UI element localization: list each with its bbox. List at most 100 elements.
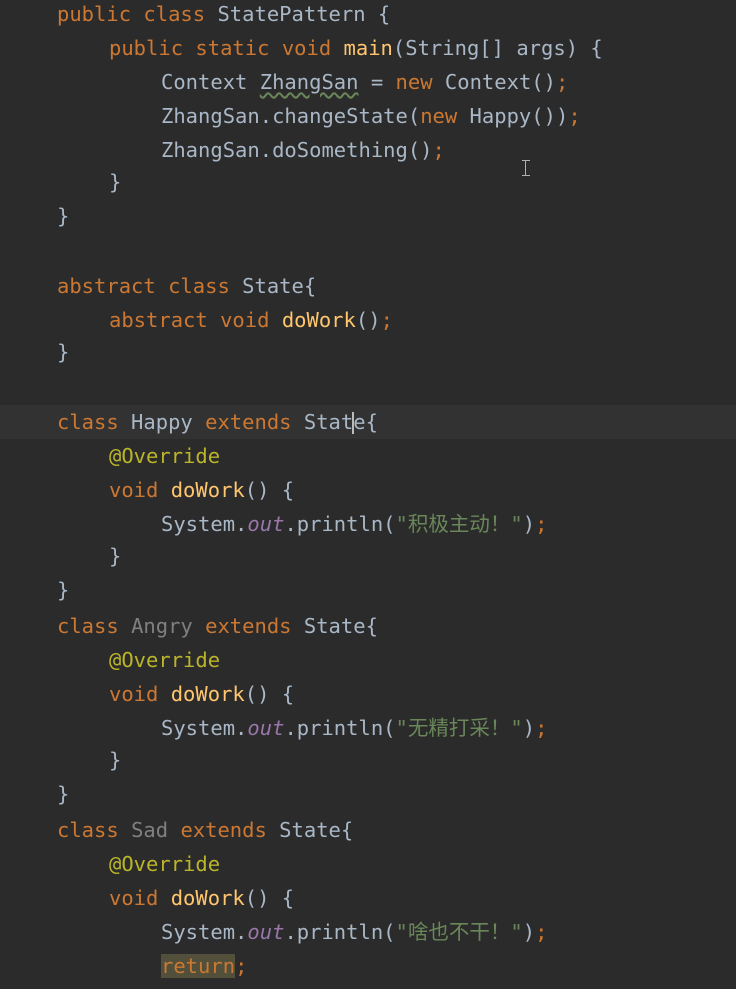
code-line[interactable]: abstract class State{ — [0, 269, 736, 303]
code-text: ZhangSan.changeState( — [161, 104, 421, 128]
closing-brace: } — [57, 340, 70, 364]
keyword: extends — [180, 818, 267, 842]
static-field: out — [247, 920, 285, 944]
closing-brace: } — [109, 544, 122, 568]
annotation: @Override — [109, 444, 221, 468]
code-text: { — [365, 2, 391, 26]
code-line[interactable]: class Sad extends State{ — [0, 813, 736, 847]
code-text: () — [355, 308, 381, 332]
class-name: StatePattern — [217, 2, 366, 26]
keyword: new — [420, 104, 458, 128]
code-text: (String[] args) { — [392, 36, 603, 60]
code-text: State{ — [229, 274, 317, 298]
keyword: class — [57, 818, 119, 842]
semicolon: ; — [380, 308, 393, 332]
semicolon: ; — [568, 104, 581, 128]
semicolon: ; — [555, 70, 569, 94]
keyword: public — [57, 2, 132, 26]
semicolon: ; — [535, 512, 548, 536]
code-line[interactable]: ZhangSan.doSomething(); — [0, 133, 736, 167]
keyword: class — [168, 274, 230, 298]
code-text: e{ — [353, 410, 378, 434]
keyword: public — [109, 36, 184, 60]
string-literal: "无精打采！" — [395, 716, 523, 740]
semicolon: ; — [535, 716, 548, 740]
closing-brace: } — [57, 578, 70, 602]
code-line[interactable]: } — [0, 777, 736, 811]
string-literal: "积极主动！" — [395, 512, 523, 536]
code-text: ) — [522, 512, 536, 536]
code-line[interactable]: System.out.println("积极主动！"); — [0, 507, 736, 541]
code-text: Context() — [432, 70, 556, 94]
code-text: State{ — [291, 614, 378, 638]
keyword-return-highlighted: return — [161, 954, 236, 978]
code-text: Stat — [291, 410, 354, 434]
string-literal: "啥也不干！" — [395, 920, 523, 944]
code-line[interactable]: @Override — [0, 439, 736, 473]
code-line[interactable]: void doWork() { — [0, 677, 736, 711]
code-line[interactable]: public class StatePattern { — [0, 0, 736, 31]
code-text: = — [358, 70, 396, 94]
annotation: @Override — [109, 648, 221, 672]
code-line[interactable]: } — [0, 335, 736, 369]
method-name: doWork — [170, 682, 245, 706]
semicolon: ; — [535, 920, 548, 944]
keyword: void — [109, 886, 159, 910]
keyword: static — [195, 36, 270, 60]
keyword: new — [395, 70, 433, 94]
code-line[interactable]: class Angry extends State{ — [0, 609, 736, 643]
code-text: System. — [161, 716, 248, 740]
code-text: System. — [161, 920, 248, 944]
static-field: out — [247, 716, 285, 740]
semicolon: ; — [432, 138, 445, 162]
closing-brace: } — [57, 782, 70, 806]
ibeam-cursor-icon — [522, 160, 530, 176]
code-line[interactable]: @Override — [0, 643, 736, 677]
code-line[interactable]: } — [0, 539, 736, 573]
code-line[interactable]: public static void main(String[] args) { — [0, 31, 736, 65]
method-name: doWork — [170, 886, 245, 910]
variable-name: ZhangSan — [259, 70, 359, 94]
code-line[interactable]: void doWork() { — [0, 473, 736, 507]
code-line-current[interactable]: class Happy extends State{ — [0, 405, 736, 439]
code-text: .println( — [284, 716, 396, 740]
code-text: .println( — [284, 512, 396, 536]
keyword: void — [281, 36, 332, 60]
keyword: class — [57, 410, 119, 434]
keyword: extends — [205, 614, 292, 638]
code-line[interactable]: System.out.println("无精打采！"); — [0, 711, 736, 745]
class-name: Happy — [118, 410, 206, 434]
closing-brace: } — [109, 748, 122, 772]
keyword: void — [109, 682, 159, 706]
code-line[interactable]: } — [0, 199, 736, 233]
code-line[interactable]: @Override — [0, 847, 736, 881]
class-name-unused: Sad — [131, 818, 169, 842]
keyword: class — [143, 2, 206, 26]
code-line[interactable]: return; — [0, 949, 736, 983]
closing-brace: } — [57, 204, 70, 228]
method-name: main — [343, 36, 393, 60]
code-editor[interactable]: public class StatePattern { public stati… — [0, 0, 736, 989]
method-name: doWork — [170, 478, 245, 502]
annotation: @Override — [109, 852, 221, 876]
code-line[interactable]: ZhangSan.changeState(new Happy()); — [0, 99, 736, 133]
code-line[interactable]: void doWork() { — [0, 881, 736, 915]
semicolon: ; — [235, 954, 248, 978]
closing-brace: } — [109, 170, 122, 194]
code-text: System. — [161, 512, 248, 536]
code-line[interactable]: Context ZhangSan = new Context(); — [0, 65, 736, 99]
keyword: abstract — [109, 308, 208, 332]
keyword: class — [57, 614, 119, 638]
code-line[interactable]: } — [0, 743, 736, 777]
code-line[interactable]: } — [0, 573, 736, 607]
code-text: () { — [244, 682, 295, 706]
code-text: Context — [161, 70, 260, 94]
code-line[interactable]: System.out.println("啥也不干！"); — [0, 915, 736, 949]
keyword: void — [109, 478, 159, 502]
class-name-unused: Angry — [131, 614, 193, 638]
code-line[interactable]: abstract void doWork(); — [0, 303, 736, 337]
code-line[interactable]: } — [0, 165, 736, 199]
code-text: State{ — [266, 818, 354, 842]
code-text: ZhangSan.doSomething() — [161, 138, 433, 162]
keyword: extends — [205, 410, 292, 434]
